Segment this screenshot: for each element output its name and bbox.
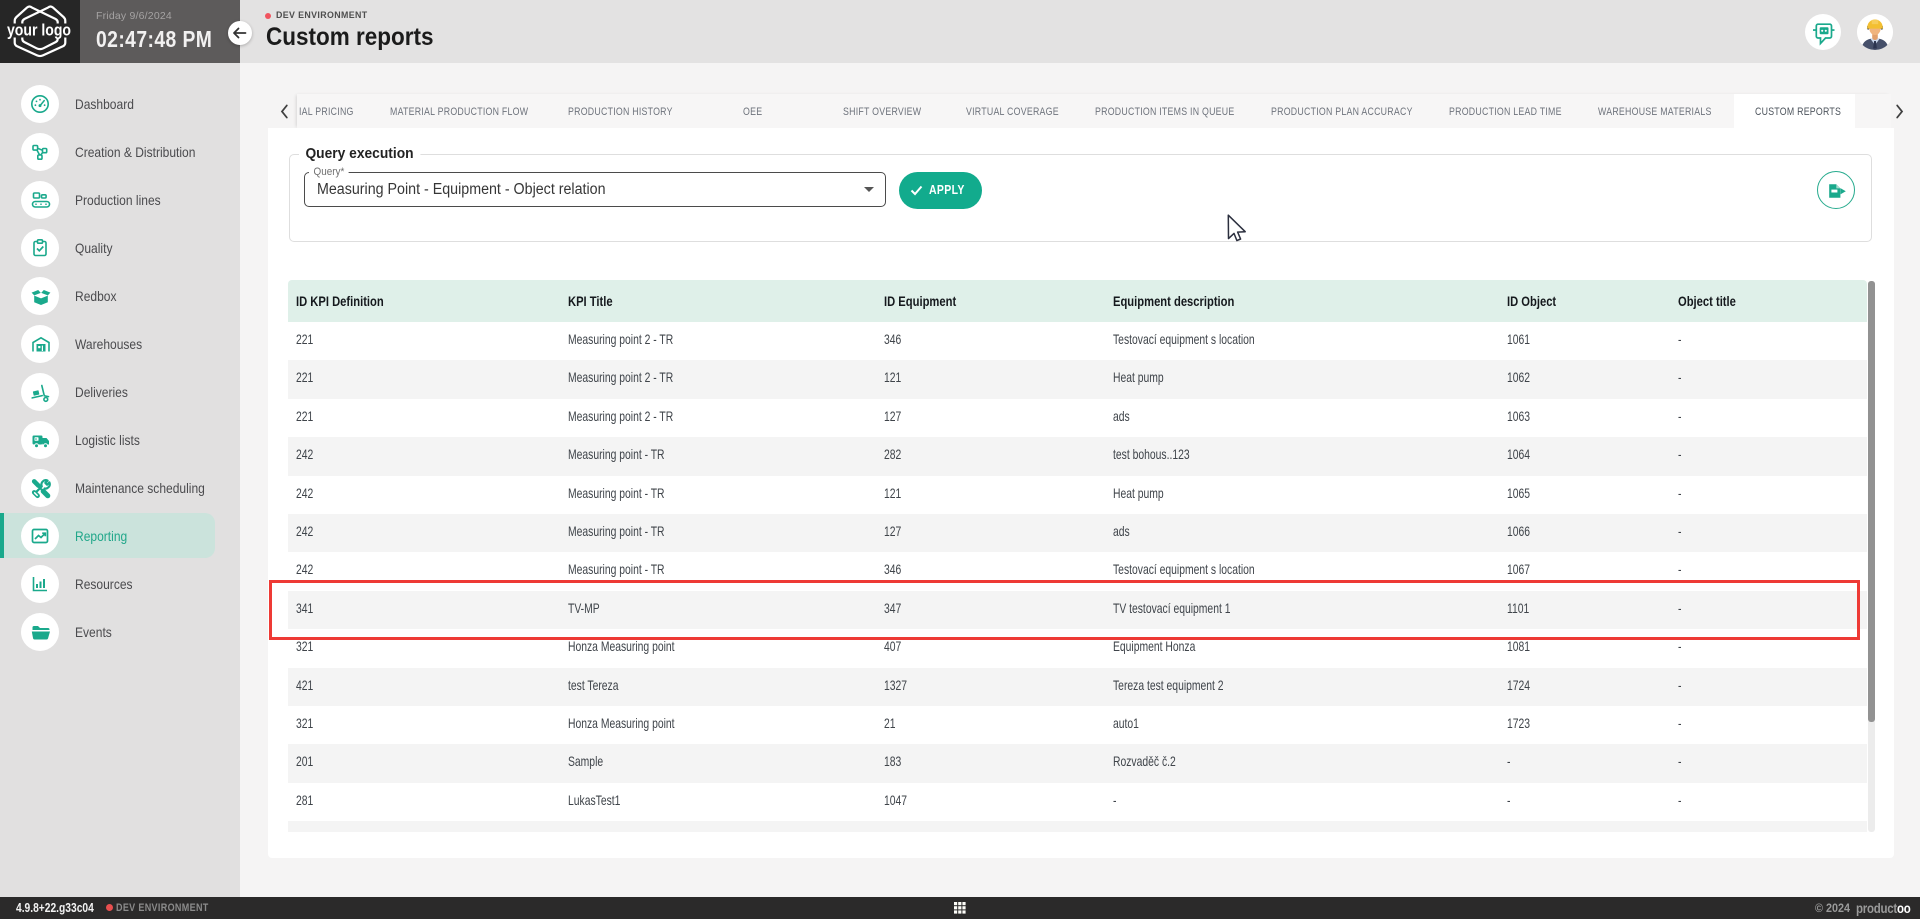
svg-text:your logo: your logo [7,21,71,40]
